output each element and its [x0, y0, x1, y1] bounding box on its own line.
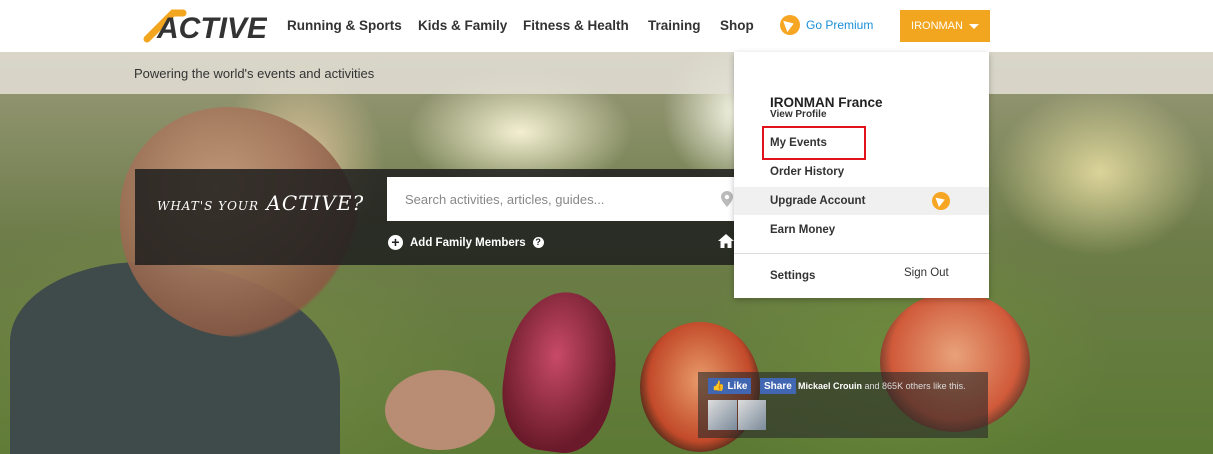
top-navigation: ACTIVE Running & Sports Kids & Family Fi… — [0, 0, 1213, 52]
logo-text: ACTIVE — [156, 12, 267, 43]
help-icon[interactable]: ? — [532, 237, 544, 248]
hero-photo-shape — [385, 370, 495, 450]
caret-down-icon — [968, 23, 979, 29]
menu-divider — [734, 253, 989, 254]
nav-training[interactable]: Training — [648, 18, 701, 33]
nav-fitness-health[interactable]: Fitness & Health — [523, 18, 629, 33]
facebook-share-button[interactable]: Share — [760, 378, 796, 394]
whats-your-active-logo: WHAT'S YOUR ACTIVE? — [157, 191, 365, 215]
avatar[interactable] — [708, 400, 737, 430]
view-profile-link[interactable]: View Profile — [770, 109, 827, 120]
add-family-label: Add Family Members — [410, 236, 526, 249]
nav-kids-family[interactable]: Kids & Family — [418, 18, 507, 33]
facebook-like-text: Mickael Crouin and 865K others like this… — [798, 381, 966, 391]
plus-circle-icon: + — [388, 235, 403, 250]
menu-item-my-events[interactable]: My Events — [734, 129, 989, 157]
tagline-bar: Powering the world's events and activiti… — [0, 52, 1213, 94]
user-menu-button[interactable]: IRONMAN — [900, 10, 990, 42]
menu-item-order-history[interactable]: Order History — [734, 158, 989, 186]
nav-running-sports[interactable]: Running & Sports — [287, 18, 402, 33]
profile-name: IRONMAN France — [770, 95, 883, 110]
search-panel: WHAT'S YOUR ACTIVE? + Add Family Members… — [135, 169, 735, 265]
user-menu-label: IRONMAN — [911, 20, 963, 32]
active-logo[interactable]: ACTIVE — [143, 9, 267, 43]
premium-badge-icon — [780, 15, 800, 35]
avatar[interactable] — [737, 400, 766, 430]
thumbs-up-icon: 👍 — [712, 380, 725, 392]
facebook-like-button[interactable]: 👍 Like — [708, 378, 752, 394]
tagline: Powering the world's events and activiti… — [134, 66, 375, 81]
sign-out-link[interactable]: Sign Out — [904, 267, 949, 279]
menu-item-settings[interactable]: Settings — [734, 262, 884, 290]
user-dropdown-menu: IRONMAN France View Profile My Events Or… — [734, 52, 989, 298]
dropdown-pointer — [936, 44, 952, 52]
search-input[interactable] — [387, 177, 735, 221]
nav-shop[interactable]: Shop — [720, 18, 754, 33]
go-premium-label: Go Premium — [806, 18, 874, 32]
premium-badge-icon — [932, 192, 950, 210]
add-family-members-button[interactable]: + Add Family Members ? — [388, 235, 544, 250]
go-premium-link[interactable]: Go Premium — [780, 15, 873, 35]
facebook-friend-thumbnails — [708, 400, 766, 430]
home-icon — [718, 234, 734, 248]
facebook-like-widget: 👍 Like Share Mickael Crouin and 865K oth… — [698, 372, 988, 438]
menu-item-upgrade-account[interactable]: Upgrade Account — [734, 187, 989, 215]
menu-item-earn-money[interactable]: Earn Money — [734, 216, 989, 244]
location-pin-icon[interactable] — [721, 191, 733, 207]
hero-photo-shape — [494, 285, 626, 454]
